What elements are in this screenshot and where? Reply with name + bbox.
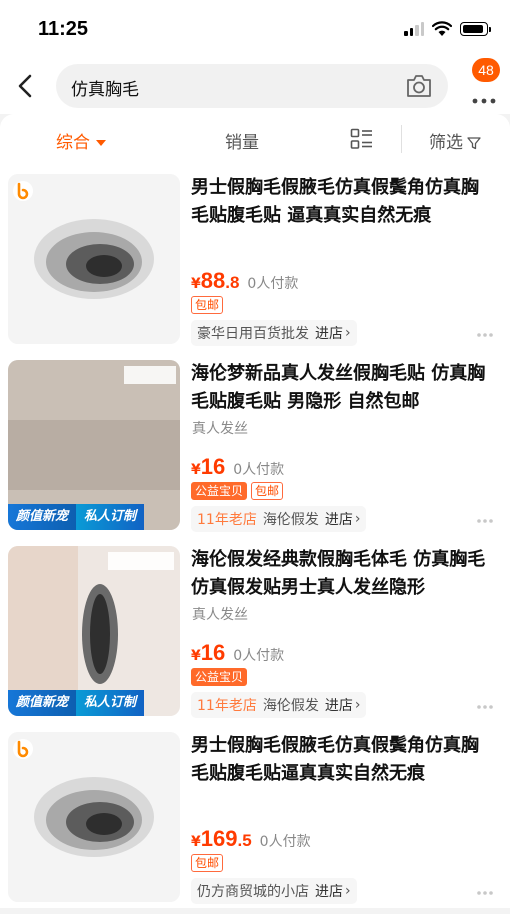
sales-count: 0人付款 [233,462,285,478]
price-symbol: ¥ [191,276,201,292]
sales-count: 0人付款 [259,834,311,850]
product-title[interactable]: 男士假胸毛假腋毛仿真假鬓角仿真胸毛贴腹毛贴 逼真真实自然无痕 [191,174,496,230]
product-image[interactable] [8,732,180,902]
tag-row: 公益宝贝 包邮 [191,482,284,500]
enter-store-label: 进店 [324,698,353,714]
store-link[interactable]: 仍方商贸城的小店 进店 › [191,878,357,904]
price-decimal: .5 [237,831,252,850]
price-symbol: ¥ [191,462,201,478]
shop-logo-icon [13,181,33,201]
status-icons [404,20,491,38]
product-image[interactable]: 颜值新宠 私人订制 [8,546,180,716]
divider [401,125,402,153]
store-link[interactable]: 11年老店 海伦假发 进店 › [191,506,367,532]
sort-tab-sales[interactable]: 销量 [225,128,259,153]
price-integer: 169 [200,826,238,851]
sort-tab-comprehensive[interactable]: 综合 [56,128,106,153]
price-integer: 16 [200,454,226,479]
product-subtitle: 真人发丝 [192,607,248,623]
filter-label: 筛选 [429,133,463,153]
price-row: ¥ 88 .8 0人付款 [191,268,298,298]
image-tags: 颜值新宠 私人订制 [8,504,145,530]
caret-down-icon [96,140,106,146]
more-options-icon[interactable] [476,518,494,524]
price-decimal: .8 [225,273,240,292]
status-time: 11:25 [38,18,89,40]
store-name: 仍方商贸城的小店 [197,884,309,900]
camera-icon[interactable] [404,72,434,100]
search-header: 仿真胸毛 [0,58,510,114]
battery-icon [460,22,491,36]
sort-bar: 综合 销量 筛选 [0,114,510,164]
chevron-right-icon: › [345,325,351,341]
back-icon[interactable] [12,70,40,102]
price-row: ¥ 169 .5 0人付款 [191,826,311,856]
funnel-icon [467,137,481,150]
image-tag: 颜值新宠 [8,690,77,716]
status-bar: 11:25 [0,0,510,58]
filter-button[interactable]: 筛选 [429,128,481,153]
search-query: 仿真胸毛 [71,80,139,100]
search-input[interactable]: 仿真胸毛 [56,64,448,108]
price-symbol: ¥ [191,648,201,664]
image-tags: 颜值新宠 私人订制 [8,690,145,716]
product-image[interactable] [8,174,180,344]
product-card[interactable]: 男士假胸毛假腋毛仿真假鬓角仿真胸毛贴腹毛贴 逼真真实自然无痕 ¥ 88 .8 0… [0,164,510,350]
price-integer: 88 [200,268,226,293]
enter-store-label: 进店 [315,884,343,900]
price-row: ¥ 16 0人付款 [191,454,284,484]
chevron-right-icon: › [345,883,351,899]
enter-store-label: 进店 [315,326,343,342]
image-tag: 私人订制 [76,504,145,530]
enter-store-label: 进店 [324,512,353,528]
store-age-badge: 11年老店 [197,698,257,714]
more-options-icon[interactable] [476,704,494,710]
tag-row: 公益宝贝 [191,668,248,686]
product-card[interactable]: 颜值新宠 私人订制 海伦假发经典款假胸毛体毛 仿真胸毛仿真假发贴男士真人发丝隐形… [0,536,510,722]
tag-row: 包邮 [191,854,224,872]
tag-row: 包邮 [191,296,224,314]
sales-count: 0人付款 [247,276,299,292]
free-shipping-tag: 包邮 [251,482,284,500]
image-tag: 私人订制 [76,690,145,716]
price-row: ¥ 16 0人付款 [191,640,284,670]
product-card[interactable]: 颜值新宠 私人订制 海伦梦新品真人发丝假胸毛贴 仿真胸毛贴腹毛贴 男隐形 自然包… [0,350,510,536]
list-layout-icon[interactable] [350,128,374,150]
charity-tag: 公益宝贝 [191,482,248,500]
free-shipping-tag: 包邮 [191,854,224,872]
more-options-icon[interactable] [476,332,494,338]
store-link[interactable]: 11年老店 海伦假发 进店 › [191,692,367,718]
free-shipping-tag: 包邮 [191,296,224,314]
chevron-right-icon: › [354,511,361,527]
price-integer: 16 [200,640,226,665]
sales-count: 0人付款 [233,648,285,664]
price-symbol: ¥ [191,834,201,850]
cellular-signal-icon [404,22,424,36]
store-name: 豪华日用百货批发 [197,326,309,342]
product-title[interactable]: 海伦假发经典款假胸毛体毛 仿真胸毛仿真假发贴男士真人发丝隐形 [191,546,496,602]
chevron-right-icon: › [354,697,361,713]
product-subtitle: 真人发丝 [192,421,248,437]
image-tag: 颜值新宠 [8,504,77,530]
product-title[interactable]: 海伦梦新品真人发丝假胸毛贴 仿真胸毛贴腹毛贴 男隐形 自然包邮 [191,360,496,416]
wifi-icon [432,21,452,36]
product-card[interactable]: 男士假胸毛假腋毛仿真假鬓角仿真胸毛贴腹毛贴逼真真实自然无痕 ¥ 169 .5 0… [0,722,510,908]
store-age-badge: 11年老店 [197,512,257,528]
store-name: 海伦假发 [262,512,319,528]
store-name: 海伦假发 [262,698,319,714]
sort-tab-label: 销量 [225,133,259,153]
more-options-icon[interactable] [476,890,494,896]
shop-logo-icon [13,739,33,759]
product-title[interactable]: 男士假胸毛假腋毛仿真假鬓角仿真胸毛贴腹毛贴逼真真实自然无痕 [191,732,496,788]
charity-tag: 公益宝贝 [191,668,248,686]
message-count-badge: 48 [472,58,500,82]
sort-tab-label: 综合 [56,133,90,153]
store-link[interactable]: 豪华日用百货批发 进店 › [191,320,357,346]
product-image[interactable]: 颜值新宠 私人订制 [8,360,180,530]
